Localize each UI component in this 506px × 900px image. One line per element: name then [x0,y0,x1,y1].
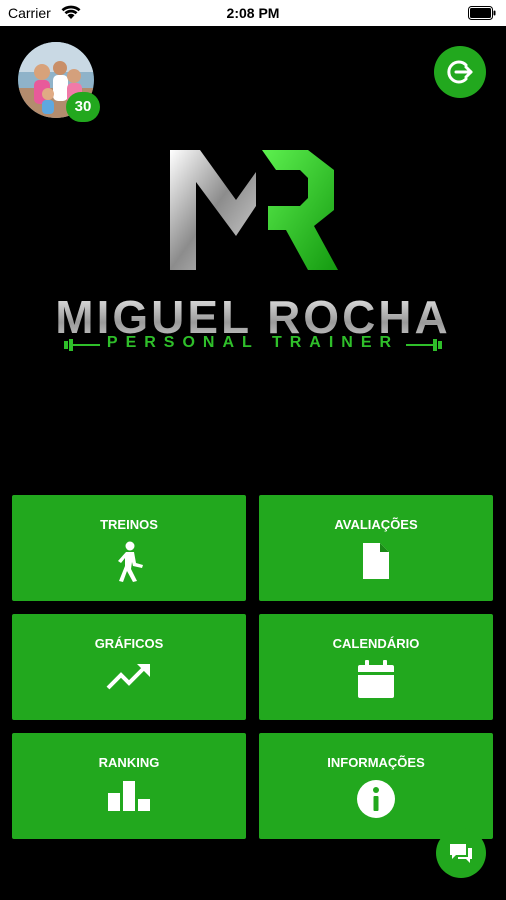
count-badge: 30 [66,92,100,122]
status-time: 2:08 PM [226,5,280,21]
logout-icon [447,60,473,84]
walking-person-icon [118,541,143,582]
chat-button[interactable] [436,828,486,878]
trending-up-icon [106,664,150,690]
battery-icon [468,6,496,20]
status-bar: Carrier 2:08 PM [0,0,506,26]
tile-informacoes-label: INFORMAÇÕES [327,755,425,770]
tile-calendario-label: CALENDÁRIO [332,636,420,651]
tile-treinos-label: TREINOS [100,517,158,532]
info-icon [357,780,395,818]
tile-treinos[interactable]: TREINOS [12,495,246,601]
tile-ranking-label: RANKING [98,755,160,770]
tile-graficos[interactable]: GRÁFICOS [12,614,246,720]
tile-avaliacoes[interactable]: AVALIAÇÕES [259,495,493,601]
logout-button[interactable] [434,46,486,98]
dumbbell-icon [406,339,442,351]
tile-avaliacoes-label: AVALIAÇÕES [334,517,418,532]
tile-ranking[interactable]: RANKING [12,733,246,839]
document-icon [363,543,389,579]
chat-icon [450,844,472,863]
tile-informacoes[interactable]: INFORMAÇÕES [259,733,493,839]
podium-icon [108,781,150,811]
tagline: PERSONAL TRAINER [106,334,400,351]
tile-graficos-label: GRÁFICOS [94,636,164,651]
logo-mark [170,150,338,270]
tile-calendario[interactable]: CALENDÁRIO [259,614,493,720]
tagline-row: PERSONAL TRAINER [64,333,442,357]
calendar-icon [358,660,394,698]
